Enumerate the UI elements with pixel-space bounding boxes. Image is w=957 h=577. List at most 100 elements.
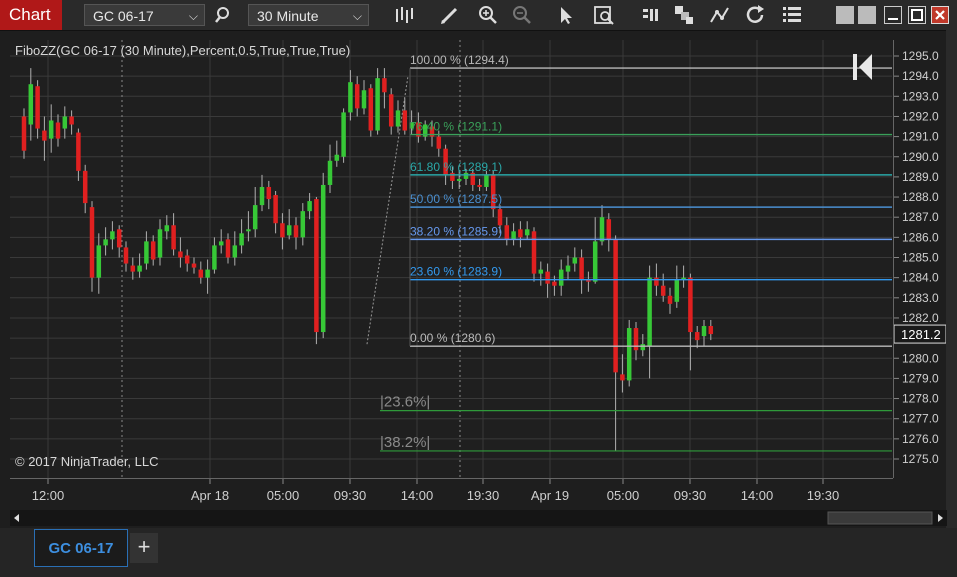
price-tick-label: 1278.0 (902, 392, 939, 406)
data-box-icon[interactable] (592, 3, 616, 27)
strategies-icon[interactable] (672, 3, 696, 27)
reload-icon[interactable] (744, 3, 768, 27)
fib-extension-label: |23.6%| (380, 394, 430, 411)
candle-up (572, 257, 578, 264)
candle-down (171, 225, 176, 250)
candle-up (592, 241, 598, 282)
candle-down (688, 277, 693, 333)
maximize-icon[interactable] (908, 6, 926, 24)
candle-up (218, 241, 224, 246)
time-tick-label: 14:00 (741, 488, 774, 503)
fib-extension-label: |38.2%| (380, 434, 430, 451)
candle-up (599, 217, 605, 242)
last-price-label: 1281.2 (901, 327, 941, 342)
time-tick-label: 19:30 (807, 488, 840, 503)
bars-type-icon[interactable] (392, 3, 416, 27)
candle-up (538, 269, 544, 274)
price-tick-label: 1275.0 (902, 452, 939, 466)
price-tick-label: 1294.0 (902, 69, 939, 83)
fib-level-label: 23.60 % (1283.9) (410, 265, 502, 279)
tab-gc-06-17[interactable]: GC 06-17 (34, 529, 128, 567)
add-tab-button[interactable]: + (130, 533, 158, 563)
candle-down (35, 86, 40, 129)
candle-down (436, 136, 442, 149)
candle-down (89, 207, 95, 278)
tile-icon-2[interactable] (858, 6, 876, 24)
candle-down (123, 247, 129, 264)
fib-level-label: 50.00 % (1287.5) (410, 192, 502, 206)
pencil-icon[interactable] (438, 3, 462, 27)
candle-down (477, 184, 482, 187)
time-axis[interactable]: 12:00 Apr 18 05:00 09:30 14:00 19:30 Apr 19 05:… (10, 478, 893, 511)
time-tick-label: 05:00 (607, 488, 640, 503)
price-tick-label: 1285.0 (902, 251, 939, 265)
scroll-right-icon (938, 514, 943, 522)
candle-up (103, 239, 108, 246)
candle-down (545, 271, 550, 284)
candle-down (450, 172, 455, 181)
candle-up (164, 225, 170, 232)
candle-up (334, 154, 340, 161)
chart-list-icon[interactable] (780, 3, 804, 27)
candle-down (314, 199, 319, 333)
candle-up (647, 277, 652, 347)
candle-up (701, 326, 707, 337)
zoom-out-icon[interactable] (510, 3, 534, 27)
price-tick-label: 1286.0 (902, 230, 939, 244)
price-tick-label: 1276.0 (902, 432, 939, 446)
search-icon[interactable] (212, 3, 236, 27)
candle-up (144, 241, 149, 264)
candle-up (62, 116, 68, 129)
indicators-icon[interactable] (708, 3, 732, 27)
candle-down (694, 332, 700, 341)
candle-up (524, 229, 530, 236)
candle-up (320, 184, 326, 333)
candle-up (456, 178, 462, 181)
tile-icon[interactable] (836, 6, 854, 24)
price-tick-label: 1289.0 (902, 170, 939, 184)
candle-down (388, 94, 394, 127)
candle-up (341, 112, 346, 157)
price-chart[interactable]: 100.00 % (1294.4) 76.40 % (1291.1) 61.80 %… (10, 40, 892, 478)
candle-up (558, 269, 564, 286)
interval-selector[interactable]: 30 Minute ⌵ (248, 4, 369, 26)
candle-up (259, 186, 265, 206)
instrument-selector[interactable]: GC 06-17 ⌵ (84, 4, 205, 26)
pointer-icon[interactable] (554, 3, 578, 27)
price-tick-label: 1292.0 (902, 109, 939, 123)
candle-down (273, 195, 278, 224)
candle-down (368, 88, 374, 131)
candle-down (402, 110, 408, 131)
price-tick-label: 1291.0 (902, 130, 939, 144)
candle-up (395, 110, 401, 127)
candle-up (232, 245, 238, 258)
candle-down (191, 263, 197, 268)
candle-down (76, 132, 81, 171)
price-tick-label: 1290.0 (902, 150, 939, 164)
candle-down (654, 277, 659, 286)
horizontal-scrollbar[interactable] (10, 510, 947, 526)
close-icon[interactable] (931, 6, 949, 24)
scroll-left-icon (14, 514, 19, 522)
candle-down (633, 328, 639, 351)
candle-up (307, 201, 312, 212)
price-tick-label: 1284.0 (902, 271, 939, 285)
candle-down (42, 130, 47, 141)
price-axis[interactable]: 1295.0 1294.0 1293.0 1292.0 1291.0 1290.0 1289… (893, 40, 947, 478)
candle-down (150, 241, 156, 260)
scroll-thumb (827, 511, 933, 525)
candle-down (178, 251, 183, 258)
chart-panel[interactable]: 100.00 % (1294.4) 76.40 % (1291.1) 61.80 %… (10, 40, 892, 478)
candle-up (48, 120, 54, 139)
price-tick-label: 1282.0 (902, 311, 939, 325)
properties-icon[interactable] (640, 3, 664, 27)
minimize-icon[interactable] (884, 6, 902, 24)
candle-down (354, 84, 360, 109)
candle-down (55, 122, 61, 139)
candle-up (375, 78, 380, 131)
instrument-label: GC 06-17 (93, 8, 154, 24)
time-tick-label: 09:30 (674, 488, 707, 503)
candle-up (137, 265, 142, 272)
candle-up (327, 160, 333, 185)
zoom-in-icon[interactable] (476, 3, 500, 27)
